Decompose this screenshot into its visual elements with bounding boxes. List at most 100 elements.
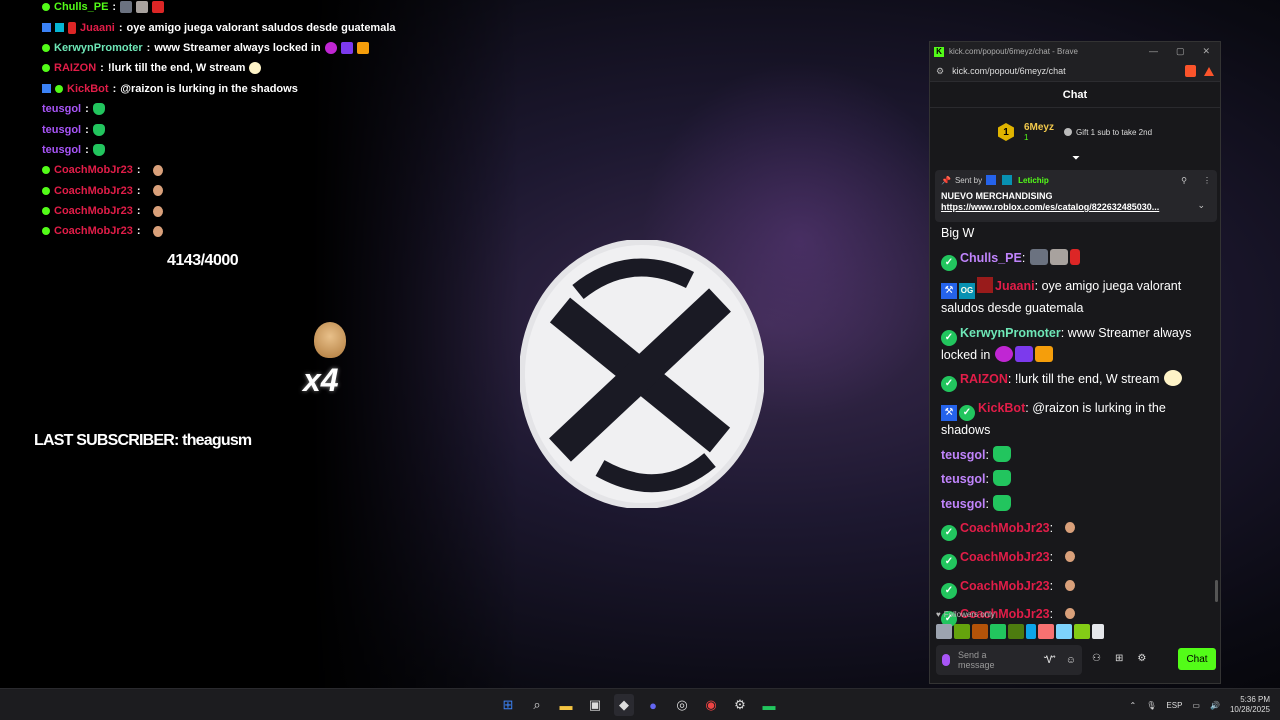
emote-icon [1034,345,1053,362]
sub-goal-counter: 4143/4000 [167,252,239,269]
chat-input-placeholder[interactable]: Send a message [958,650,1018,670]
colon: : [118,21,123,34]
emote-icon[interactable] [972,624,988,639]
obs-icon[interactable]: ◎ [672,694,692,716]
chat-username[interactable]: teusgol [941,497,985,511]
close-icon[interactable]: ✕ [1202,46,1210,57]
emote-icon[interactable] [1056,624,1072,639]
emote-icon[interactable] [936,624,952,639]
url-text[interactable]: kick.com/popout/6meyz/chat [952,66,1066,76]
chat-input[interactable]: Send a message Ꮙ ☺ [936,645,1082,675]
network-icon[interactable]: ▭ [1192,701,1200,710]
address-bar[interactable]: ⚙ kick.com/popout/6meyz/chat [930,61,1220,82]
emote-icon[interactable] [1038,624,1054,639]
face-emote-icon [152,225,163,237]
message-text: !lurk till the end, W stream [1014,372,1160,387]
face-emote-icon [1064,579,1075,591]
emoji-icon[interactable]: ☺ [1066,655,1076,666]
overlay-chat-line: CoachMobJr23: [42,160,462,180]
colon: : [100,62,104,75]
overlay-message: www Streamer always locked in [154,41,321,54]
cup-emote-icon[interactable] [990,624,1006,639]
emote-icon[interactable] [1008,624,1024,639]
file-explorer-icon[interactable]: ▬ [556,694,576,716]
overlay-chat-line: CoachMobJr23: [42,181,462,201]
mic-icon[interactable] [942,654,950,666]
emote-icon [152,1,165,14]
cup-emote-icon [92,143,105,156]
discord-icon[interactable]: ● [643,694,663,716]
chat-username[interactable]: CoachMobJr23 [960,521,1050,535]
store-icon[interactable]: ⊞ [1115,653,1123,664]
colon: : [136,205,141,218]
steam-icon[interactable]: ⚙ [730,694,750,716]
chat-username[interactable]: KickBot [978,401,1025,415]
verified-icon: ✓ [941,582,957,599]
gift-badge-icon [68,21,76,34]
window-titlebar[interactable]: K kick.com/popout/6meyz/chat - Brave — ▢… [930,42,1220,61]
moderator-badge-icon: ⚒ [941,283,957,300]
unpin-icon[interactable]: ⚲ [1181,176,1187,185]
verified-icon [55,84,63,93]
chat-message: ✓ Chulls_PE: [941,248,1206,271]
colon: : [112,1,117,14]
translate-icon[interactable]: Ꮙ [1044,655,1056,666]
windows-taskbar: ⊞ ⌕ ▬ ▣ ◆ ● ◎ ◉ ⚙ ▬ ⌃ 🎙 ESP ▭ 🔊 5:36 PM … [0,688,1280,720]
maximize-icon[interactable]: ▢ [1176,46,1185,57]
chrome-icon[interactable]: ◉ [701,694,721,716]
minimize-icon[interactable]: — [1149,46,1158,57]
overlay-username: KerwynPromoter [54,41,143,54]
predictions-icon[interactable]: ⚇ [1092,653,1101,664]
chat-username[interactable]: RAIZON [960,372,1008,386]
verified-icon [42,186,50,195]
emote-icon[interactable] [1074,624,1090,639]
gift-sub-prompt[interactable]: Gift 1 sub to take 2nd [1063,128,1152,137]
colon: : [112,82,117,95]
quick-emote-row [936,624,1104,639]
mic-tray-icon[interactable]: 🎙 [1146,701,1156,710]
emote-icon[interactable] [1026,624,1036,639]
chat-username[interactable]: CoachMobJr23 [960,579,1050,593]
more-options-icon[interactable]: ⋮ [1203,176,1211,185]
face-emote-icon [152,164,163,176]
app-icon[interactable]: ▬ [759,694,779,716]
gift-badge-icon [977,277,993,294]
chat-username[interactable]: teusgol [941,448,985,462]
brave-taskbar-icon[interactable]: ◆ [614,694,634,716]
chat-message: ⚒ ✓ KickBot: @raizon is lurking in the sha… [941,400,1166,437]
language-indicator[interactable]: ESP [1166,701,1182,710]
microsoft-store-icon[interactable]: ▣ [585,694,605,716]
chat-username[interactable]: CoachMobJr23 [960,550,1050,564]
gifter-rank-badge: 1 [997,123,1014,141]
windows-start-icon[interactable]: ⊞ [498,694,518,716]
chat-username[interactable]: Chulls_PE [960,251,1022,265]
window-title: kick.com/popout/6meyz/chat - Brave [949,47,1078,56]
chat-scrollbar[interactable] [1215,580,1218,602]
system-clock[interactable]: 5:36 PM 10/28/2025 [1230,695,1270,715]
chevron-up-icon[interactable]: ⌃ [1130,701,1137,710]
verified-icon: ✓ [941,254,957,271]
chat-messages: Big W ✓ Chulls_PE: ⚒ OG Juaani: oye amigo j… [941,224,1206,634]
search-icon[interactable]: ⌕ [527,694,547,716]
pinned-link[interactable]: https://www.roblox.com/es/catalog/822632… [941,202,1191,212]
site-settings-icon[interactable]: ⚙ [936,66,944,77]
chevron-down-icon[interactable]: ⌄ [1197,200,1205,211]
message-text: Big W [941,226,975,240]
hype-emote-icon [994,345,1013,362]
emote-icon[interactable] [954,624,970,639]
brave-shield-icon[interactable] [1185,65,1196,77]
clover-emote-icon [249,62,262,75]
chat-username[interactable]: Juaani [995,279,1035,293]
overlay-username: KickBot [67,82,109,95]
send-chat-button[interactable]: Chat [1178,648,1216,670]
chat-username[interactable]: teusgol [941,472,985,486]
brave-rewards-icon[interactable] [1204,66,1214,76]
pinned-user[interactable]: Letichip [1018,176,1049,185]
chat-header: Chat [930,82,1220,108]
gear-icon[interactable]: ⚙ [1137,653,1146,664]
emote-icon[interactable] [1092,624,1104,639]
chat-message: ✓ RAIZON: !lurk till the end, W stream [941,370,1206,393]
scroll-down-icon[interactable]: ⏷ [1072,153,1082,164]
chat-username[interactable]: KerwynPromoter [960,326,1061,340]
volume-icon[interactable]: 🔊 [1210,701,1220,710]
